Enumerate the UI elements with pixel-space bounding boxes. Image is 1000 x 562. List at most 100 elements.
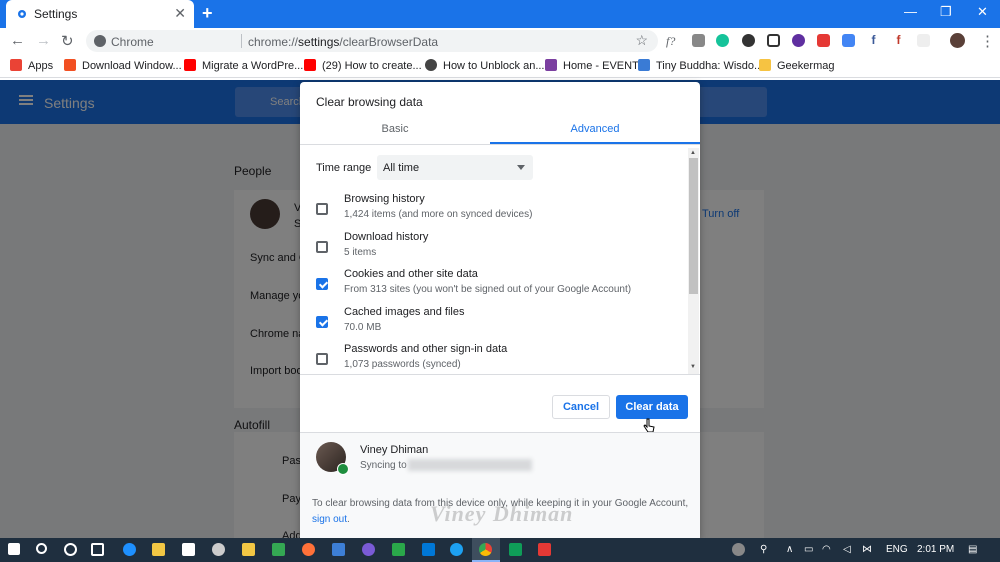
edge-icon[interactable] — [123, 543, 136, 556]
gear-icon — [18, 10, 26, 18]
app-icon[interactable] — [509, 543, 522, 556]
cortana-icon[interactable] — [64, 543, 77, 556]
sticky-notes-icon[interactable] — [242, 543, 255, 556]
windows-start-icon[interactable] — [8, 543, 20, 555]
reload-button[interactable]: ↻ — [61, 32, 74, 50]
forward-button[interactable]: → — [36, 32, 51, 49]
bookmark-item[interactable]: (29) How to create... — [304, 59, 422, 72]
bookmark-item[interactable]: Download Window... — [64, 59, 182, 72]
option-subtitle: 1,424 items (and more on synced devices) — [344, 209, 533, 220]
new-tab-button[interactable]: + — [202, 3, 213, 24]
checkbox-checked[interactable] — [316, 316, 328, 328]
camera-extension-icon[interactable] — [692, 34, 705, 47]
option-cached-images[interactable]: Cached images and files 70.0 MB — [300, 305, 685, 341]
action-center-icon[interactable]: ▤ — [968, 544, 977, 555]
bookmarks-bar: Apps Download Window... Migrate a WordPr… — [0, 54, 1000, 78]
option-download-history[interactable]: Download history 5 items — [300, 230, 685, 266]
app-icon[interactable] — [332, 543, 345, 556]
option-subtitle: From 313 sites (you won't be signed out … — [344, 284, 632, 295]
maximize-button[interactable]: ❐ — [940, 4, 952, 20]
user-tray-icon[interactable] — [732, 543, 745, 556]
tab-advanced[interactable]: Advanced — [500, 123, 690, 135]
time-range-select[interactable]: All time — [377, 155, 533, 180]
tab-basic[interactable]: Basic — [300, 123, 490, 135]
checkbox[interactable] — [316, 203, 328, 215]
scroll-up-icon[interactable]: ▲ — [690, 150, 696, 156]
store-icon[interactable] — [422, 543, 435, 556]
option-browsing-history[interactable]: Browsing history 1,424 items (and more o… — [300, 192, 685, 228]
clock[interactable]: 2:01 PM — [917, 544, 954, 555]
option-title: Cookies and other site data — [344, 268, 478, 280]
scrollbar-thumb[interactable] — [689, 158, 698, 294]
people-icon[interactable]: ⚲ — [760, 544, 767, 555]
language-indicator[interactable]: ENG — [886, 544, 908, 555]
option-subtitle: 1,073 passwords (synced) — [344, 359, 461, 370]
redacted-email — [408, 459, 532, 471]
bookmark-item[interactable]: Geekermag — [759, 59, 834, 72]
download-extension-icon[interactable] — [792, 34, 805, 47]
bookmark-star-icon[interactable]: ☆ — [635, 32, 648, 49]
clear-data-button[interactable]: Clear data — [616, 395, 688, 419]
back-button[interactable]: ← — [10, 32, 25, 49]
window-extension-icon[interactable] — [767, 34, 780, 47]
close-window-button[interactable]: ✕ — [977, 4, 988, 20]
volume-icon[interactable]: ◁ — [843, 544, 851, 555]
bookmark-item[interactable]: Home - EVENT — [545, 59, 639, 72]
app-icon[interactable] — [392, 543, 405, 556]
battery-icon[interactable]: ▭ — [804, 544, 813, 555]
close-tab-icon[interactable]: ✕ — [174, 5, 186, 22]
site-info-icon[interactable] — [94, 35, 106, 47]
profile-avatar[interactable] — [950, 33, 965, 48]
option-title: Download history — [344, 231, 429, 243]
mail-icon[interactable] — [182, 543, 195, 556]
grammarly-extension-icon[interactable] — [716, 34, 729, 47]
address-bar[interactable]: Chrome chrome://settings/clearBrowserDat… — [86, 30, 658, 52]
screen-recorder-icon[interactable] — [538, 543, 551, 556]
folder-icon — [759, 59, 771, 71]
checkbox[interactable] — [316, 241, 328, 253]
time-range-value: All time — [383, 162, 420, 174]
drive-icon[interactable] — [272, 543, 285, 556]
pdf-extension-icon[interactable] — [817, 34, 830, 47]
firefox-icon[interactable] — [302, 543, 315, 556]
watermark-text: Viney Dhiman — [430, 501, 574, 526]
window-titlebar: Settings ✕ + — ❐ ✕ — [0, 0, 1000, 28]
option-cookies[interactable]: Cookies and other site data From 313 sit… — [300, 267, 685, 303]
sign-out-link[interactable]: sign out — [312, 514, 347, 525]
translate-extension-icon[interactable] — [842, 34, 855, 47]
windows-icon — [64, 59, 76, 71]
crx-extension-icon[interactable] — [917, 34, 930, 47]
bookmark-item[interactable]: Migrate a WordPre... — [184, 59, 303, 72]
wifi-icon[interactable]: ◠ — [822, 544, 831, 555]
checkbox[interactable] — [316, 353, 328, 365]
account-sync-status: Syncing to — [360, 460, 407, 471]
settings-gear-icon[interactable] — [212, 543, 225, 556]
fb-red-extension-icon[interactable]: f — [892, 34, 905, 47]
bookmark-item[interactable]: Tiny Buddha: Wisdo... — [638, 59, 763, 72]
chevron-up-icon[interactable]: ∧ — [786, 544, 793, 555]
file-explorer-icon[interactable] — [152, 543, 165, 556]
youtube-icon — [304, 59, 316, 71]
ie-icon[interactable] — [450, 543, 463, 556]
network-icon[interactable]: ⋈ — [862, 544, 872, 555]
task-view-icon[interactable] — [91, 543, 104, 556]
scroll-down-icon[interactable]: ▼ — [690, 364, 696, 370]
bookmark-item[interactable]: How to Unblock an... — [425, 59, 545, 72]
origin-label: Chrome — [111, 35, 154, 49]
list-divider — [300, 374, 700, 375]
chrome-menu-icon[interactable]: ⋮ — [980, 32, 995, 50]
bookmark-item[interactable]: Apps — [10, 59, 53, 72]
extension-k-icon[interactable] — [742, 34, 755, 47]
minimize-button[interactable]: — — [904, 4, 917, 19]
browser-icon[interactable] — [362, 543, 375, 556]
cancel-button[interactable]: Cancel — [552, 395, 610, 419]
extension-f-icon[interactable]: f? — [666, 34, 675, 49]
option-passwords[interactable]: Passwords and other sign-in data 1,073 p… — [300, 342, 685, 378]
search-icon[interactable] — [36, 543, 47, 554]
option-title: Cached images and files — [344, 306, 465, 318]
chrome-icon[interactable] — [479, 543, 492, 556]
facebook-extension-icon[interactable]: f — [867, 34, 880, 47]
youtube-icon — [184, 59, 196, 71]
tab-settings[interactable]: Settings ✕ — [6, 0, 194, 28]
checkbox-checked[interactable] — [316, 278, 328, 290]
